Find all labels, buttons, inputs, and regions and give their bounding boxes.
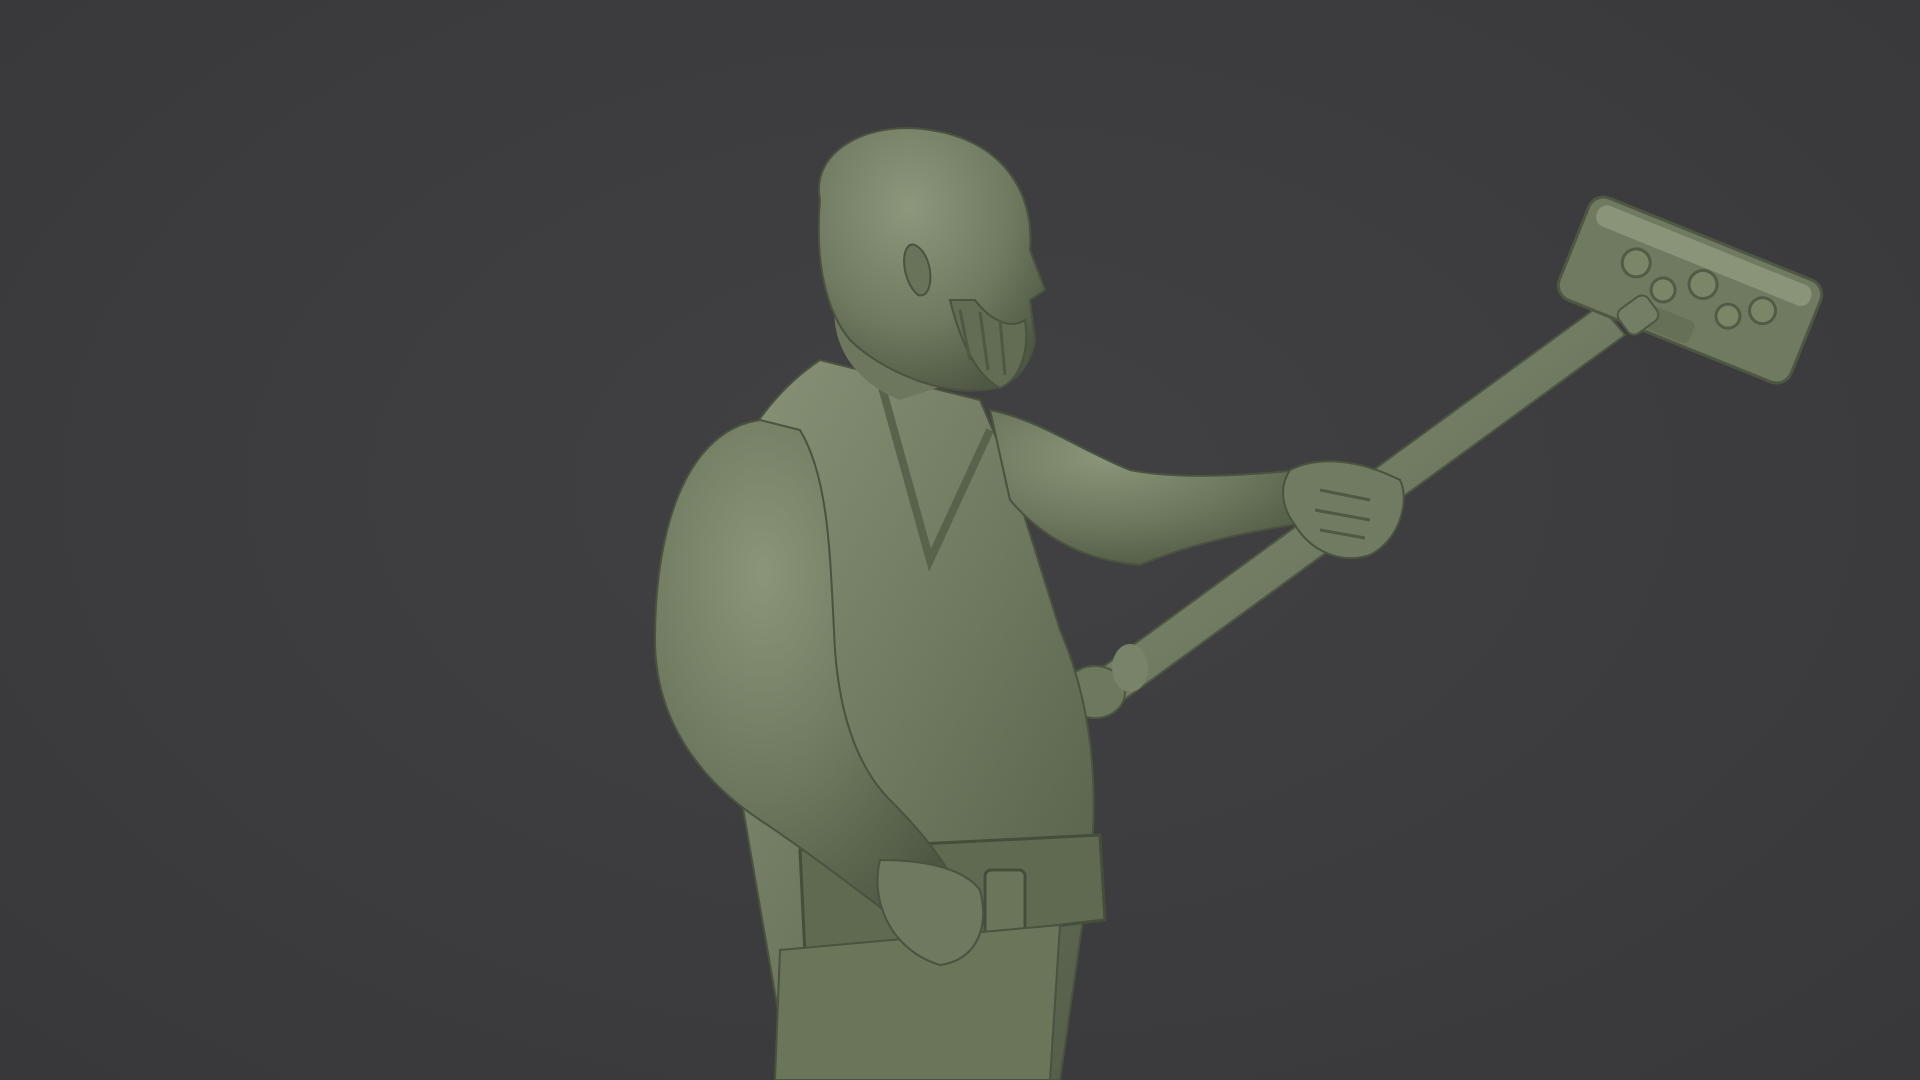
figure [653,127,1405,1080]
3d-viewport[interactable] [0,0,1920,1080]
sculpt-render [653,127,1824,1080]
hammer [1064,195,1824,719]
